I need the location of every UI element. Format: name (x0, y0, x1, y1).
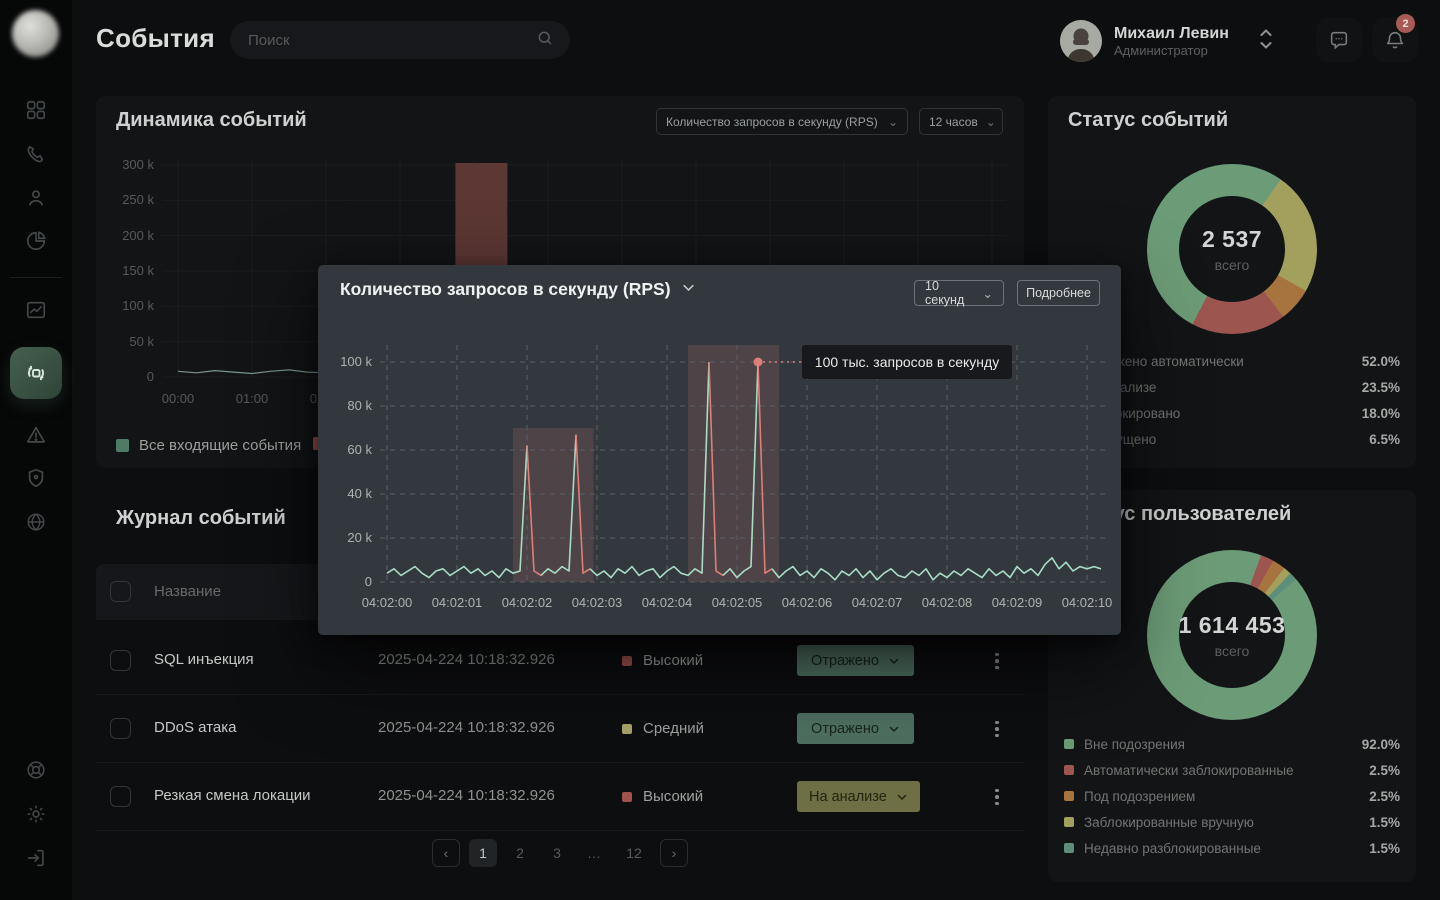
event-name: DDoS атака (154, 719, 236, 736)
status-select[interactable]: Отражено (797, 713, 914, 744)
legend-swatch (1064, 791, 1074, 801)
next-page-button[interactable]: › (660, 839, 688, 867)
phone-icon (25, 143, 47, 165)
chevron-down-icon (888, 655, 900, 667)
severity-dot (622, 656, 632, 666)
severity-dot (622, 792, 632, 802)
shield-icon (25, 467, 47, 489)
page-1[interactable]: 1 (469, 839, 497, 867)
user-menu[interactable]: Михаил Левин Администратор (1060, 17, 1273, 65)
lifebuoy-icon (25, 759, 47, 781)
event-time: 2025-04-224 10:18:32.926 (378, 719, 555, 736)
event-name: Резкая смена локации (154, 787, 311, 804)
notification-badge: 2 (1396, 14, 1415, 33)
row-menu-button[interactable] (982, 646, 1012, 676)
search-input[interactable] (248, 32, 536, 49)
events-total-label: всего (1215, 257, 1250, 273)
donut-legend-item: Автоматически заблокированные 2.5% (1064, 757, 1400, 783)
avatar (1060, 20, 1102, 62)
event-time: 2025-04-224 10:18:32.926 (378, 651, 555, 668)
sidebar-item-logout[interactable] (0, 836, 72, 880)
sidebar (0, 0, 72, 900)
events-total: 2 537 (1202, 226, 1262, 253)
user-icon (25, 187, 47, 209)
table-row: Резкая смена локации 2025-04-224 10:18:3… (96, 763, 1024, 831)
prev-page-button[interactable]: ‹ (432, 839, 460, 867)
page-3[interactable]: 3 (543, 839, 571, 867)
page-2[interactable]: 2 (506, 839, 534, 867)
brand-logo (12, 10, 59, 57)
row-checkbox[interactable] (110, 718, 131, 739)
chat-icon (1328, 29, 1350, 51)
sidebar-item-dashboard[interactable] (0, 88, 72, 132)
sidebar-item-events[interactable] (10, 347, 62, 399)
donut-legend-item: Вне подозрения 92.0% (1064, 731, 1400, 757)
event-time: 2025-04-224 10:18:32.926 (378, 787, 555, 804)
rps-modal: Количество запросов в секунду (RPS) 10 с… (318, 265, 1121, 635)
row-menu-button[interactable] (982, 714, 1012, 744)
row-checkbox[interactable] (110, 650, 131, 671)
events-status-title: Статус событий (1068, 109, 1228, 132)
app-root: События Михаил Левин Администратор 2 Дин… (0, 0, 1440, 900)
pagination: ‹123…12› (0, 839, 1120, 867)
page-title: События (96, 23, 215, 54)
sidebar-item-calls[interactable] (0, 132, 72, 176)
sidebar-item-support[interactable] (0, 748, 72, 792)
notifications-button[interactable]: 2 (1372, 17, 1418, 63)
sidebar-item-settings[interactable] (0, 792, 72, 836)
table-row: SQL инъекция 2025-04-224 10:18:32.926 Вы… (96, 627, 1024, 695)
legend-swatch (116, 439, 129, 452)
users-status-center: 1 614 453 всего (1147, 550, 1317, 720)
pie-chart-icon (25, 230, 47, 252)
donut-legend-item: Заблокированные вручную 1.5% (1064, 809, 1400, 835)
sidebar-item-alerts[interactable] (0, 413, 72, 457)
status-select[interactable]: На анализе (797, 781, 920, 812)
dashboard-icon (25, 99, 47, 121)
users-total-label: всего (1215, 643, 1250, 659)
messages-button[interactable] (1316, 17, 1362, 63)
row-checkbox[interactable] (110, 786, 131, 807)
legend-swatch (1064, 817, 1074, 827)
select-all-checkbox[interactable] (110, 581, 131, 602)
users-total: 1 614 453 (1179, 612, 1286, 639)
legend-swatch (1064, 739, 1074, 749)
chevron-down-icon (896, 791, 908, 803)
sidebar-item-security[interactable] (0, 456, 72, 500)
user-role: Администратор (1114, 43, 1229, 59)
event-name: SQL инъекция (154, 651, 254, 668)
row-menu-button[interactable] (982, 782, 1012, 812)
severity: Высокий (622, 652, 703, 669)
sidebar-divider (10, 277, 62, 278)
journal-title: Журнал событий (116, 507, 286, 530)
events-flow-icon (24, 361, 48, 385)
chevron-down-icon (888, 723, 900, 735)
search-bar[interactable] (230, 21, 570, 59)
severity-dot (622, 724, 632, 734)
chart-tooltip: 100 тыс. запросов в секунду (802, 345, 1012, 379)
line-chart-icon (25, 299, 47, 321)
chevron-updown-icon[interactable] (1259, 28, 1273, 55)
sidebar-item-users[interactable] (0, 176, 72, 220)
donut-legend-item: Под подозрением 2.5% (1064, 783, 1400, 809)
severity: Средний (622, 720, 704, 737)
search-icon (536, 29, 554, 52)
globe-icon (25, 511, 47, 533)
logout-icon (25, 847, 47, 869)
warning-triangle-icon (25, 424, 47, 446)
user-name: Михаил Левин (1114, 24, 1229, 43)
page-ellipsis[interactable]: … (580, 839, 608, 867)
legend-swatch (1064, 765, 1074, 775)
rps-chart (318, 265, 1121, 635)
status-select[interactable]: Отражено (797, 645, 914, 676)
table-row: DDoS атака 2025-04-224 10:18:32.926 Сред… (96, 695, 1024, 763)
sidebar-item-reports[interactable] (0, 219, 72, 263)
gear-icon (25, 803, 47, 825)
legend-item: Все входящие события (116, 437, 301, 454)
sidebar-item-network[interactable] (0, 500, 72, 544)
events-status-center: 2 537 всего (1147, 164, 1317, 334)
page-12[interactable]: 12 (617, 839, 651, 867)
severity: Высокий (622, 788, 703, 805)
column-name: Название (154, 583, 221, 600)
sidebar-item-analytics[interactable] (0, 288, 72, 332)
